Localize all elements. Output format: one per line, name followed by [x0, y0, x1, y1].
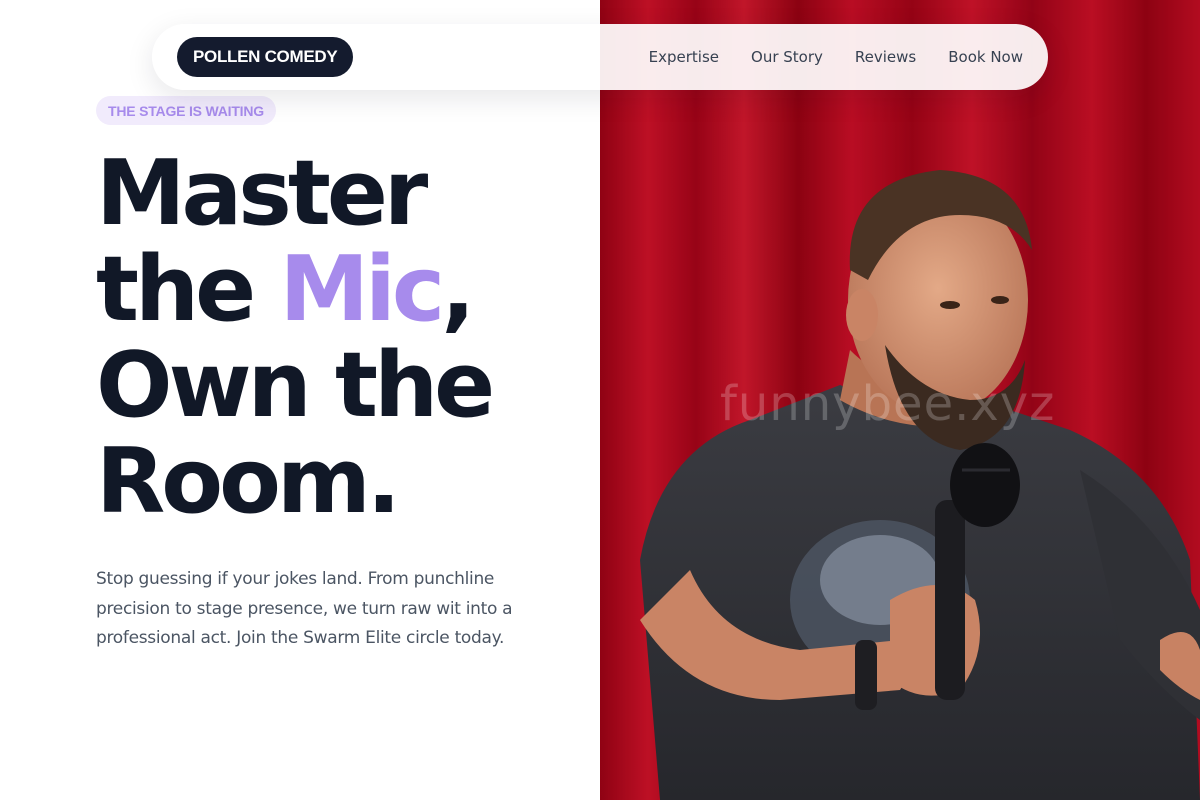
headline-line-2-post: , — [441, 237, 475, 342]
watermark-text: funnybee.xyz — [720, 376, 1056, 432]
headline-line-3: Own the — [96, 333, 495, 438]
nav-link-book-now[interactable]: Book Now — [948, 48, 1023, 66]
headline-line-2-pre: the — [96, 237, 280, 342]
hero-subtext: Stop guessing if your jokes land. From p… — [96, 569, 513, 648]
nav-link-our-story[interactable]: Our Story — [751, 48, 823, 66]
nav-link-reviews[interactable]: Reviews — [855, 48, 916, 66]
headline-line-2: the Mic, — [96, 242, 576, 338]
headline-line-1: Master — [96, 141, 428, 246]
hero-headline: Master the Mic, Own the Room. — [96, 146, 576, 530]
nav-link-expertise[interactable]: Expertise — [649, 48, 719, 66]
top-navbar: POLLEN COMEDY Expertise Our Story Review… — [152, 24, 1048, 90]
nav-links: Expertise Our Story Reviews Book Now — [649, 48, 1023, 66]
hero-badge: THE STAGE IS WAITING — [96, 96, 276, 125]
headline-line-4: Room. — [96, 429, 401, 534]
headline-accent-word: Mic — [279, 237, 445, 342]
brand-logo[interactable]: POLLEN COMEDY — [177, 37, 354, 77]
